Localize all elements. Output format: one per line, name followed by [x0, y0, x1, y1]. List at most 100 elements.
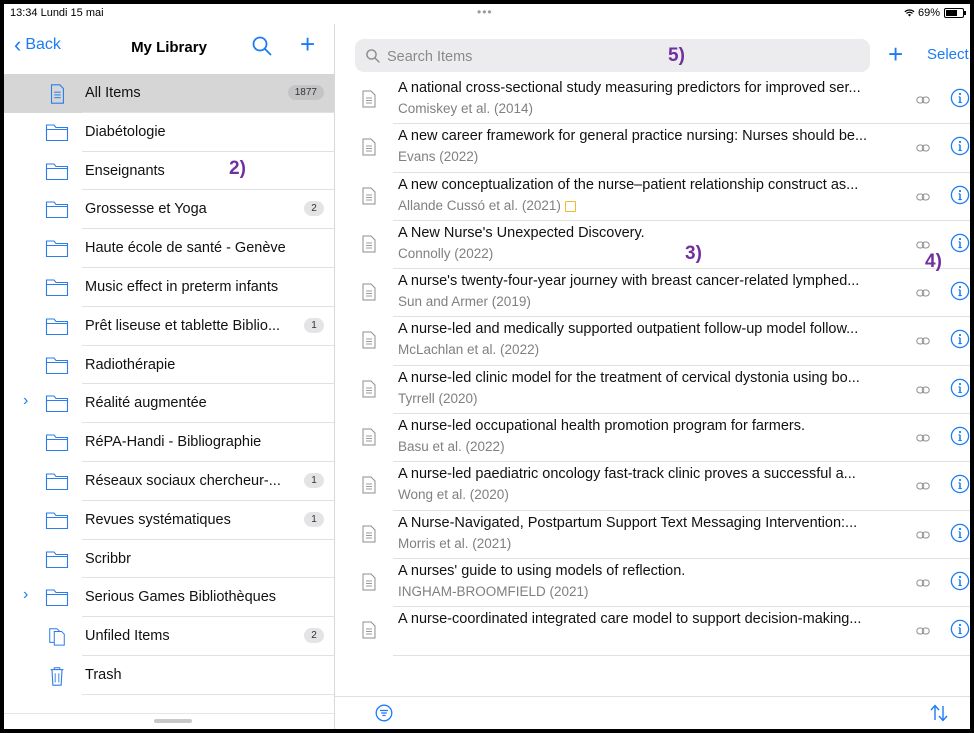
link-icon[interactable] [916, 192, 930, 202]
item-row[interactable]: A nurse-led clinic model for the treatme… [335, 366, 970, 415]
folder-icon [45, 355, 69, 375]
collection-item[interactable]: Trash [4, 656, 334, 695]
link-icon[interactable] [916, 143, 930, 153]
resize-handle[interactable] [154, 719, 192, 723]
item-row[interactable]: A nurse-led paediatric oncology fast-tra… [335, 462, 970, 511]
info-icon[interactable] [950, 185, 970, 205]
select-button[interactable]: Select [927, 46, 969, 63]
collection-label: Enseignants [85, 162, 165, 179]
folder-icon [45, 199, 69, 219]
link-icon[interactable] [916, 481, 930, 491]
collection-label: Scribbr [85, 550, 131, 567]
item-count-badge: 1 [304, 472, 324, 488]
collection-item[interactable]: Réseaux sociaux chercheur-... 1 [4, 462, 334, 501]
item-row[interactable]: A nurse-led occupational health promotio… [335, 414, 970, 463]
link-icon[interactable] [916, 530, 930, 540]
collection-label: Prêt liseuse et tablette Biblio... [85, 317, 281, 334]
sort-icon[interactable] [928, 703, 950, 723]
collection-item[interactable]: Grossesse et Yoga 2 [4, 190, 334, 230]
collection-item[interactable]: Unfiled Items 2 [4, 617, 334, 656]
add-collection-button[interactable]: + [300, 29, 315, 60]
info-icon[interactable] [950, 571, 970, 591]
item-creator: Connolly (2022) [398, 246, 493, 261]
info-icon[interactable] [950, 281, 970, 301]
document-icon [362, 573, 376, 591]
folder-icon [45, 587, 69, 607]
item-row[interactable]: A new conceptualization of the nurse–pat… [335, 173, 970, 221]
item-row[interactable]: A nurse-led and medically supported outp… [335, 317, 970, 366]
collection-item[interactable]: Prêt liseuse et tablette Biblio... 1 [4, 307, 334, 346]
item-creator: Basu et al. (2022) [398, 439, 505, 454]
document-icon [362, 380, 376, 398]
folder-icon [45, 432, 69, 452]
info-icon[interactable] [950, 474, 970, 494]
note-icon [564, 200, 576, 212]
item-row[interactable]: A nurses' guide to using models of refle… [335, 559, 970, 608]
collection-label: Haute école de santé - Genève [85, 240, 286, 257]
collection-item[interactable]: RéPA-Handi - Bibliographie [4, 423, 334, 462]
collection-label: Diabétologie [85, 123, 166, 140]
item-row[interactable]: A nurse-coordinated integrated care mode… [335, 607, 970, 656]
chevron-right-icon[interactable]: › [23, 586, 28, 604]
link-icon[interactable] [916, 626, 930, 636]
collection-item[interactable]: Enseignants [4, 152, 334, 191]
collection-item[interactable]: Scribbr [4, 540, 334, 579]
collection-label: Grossesse et Yoga [85, 201, 207, 218]
item-row[interactable]: A national cross-sectional study measuri… [335, 76, 970, 125]
item-creator-text: Basu et al. (2022) [398, 439, 505, 455]
add-item-button[interactable]: + [888, 41, 903, 67]
info-icon[interactable] [950, 329, 970, 349]
document-icon [362, 187, 376, 205]
status-bar: 13:34 Lundi 15 mai ••• 69% [4, 4, 970, 24]
chevron-right-icon[interactable]: › [23, 392, 28, 410]
collection-item[interactable]: › Réalité augmentée [4, 384, 334, 424]
link-icon[interactable] [916, 240, 930, 250]
link-icon[interactable] [916, 288, 930, 298]
item-row[interactable]: A nurse's twenty-four-year journey with … [335, 269, 970, 318]
collection-item[interactable]: Revues systématiques 1 [4, 501, 334, 540]
link-icon[interactable] [916, 336, 930, 346]
collection-label: Réalité augmentée [85, 395, 207, 412]
item-creator: Wong et al. (2020) [398, 487, 509, 502]
link-icon[interactable] [916, 385, 930, 395]
item-title: A nurse-led occupational health promotio… [398, 418, 806, 435]
info-icon[interactable] [950, 233, 970, 253]
info-icon[interactable] [950, 88, 970, 108]
info-icon[interactable] [950, 378, 970, 398]
search-bar[interactable] [355, 39, 870, 74]
collection-item[interactable]: Diabétologie [4, 113, 334, 152]
search-icon[interactable] [250, 34, 274, 58]
collection-item[interactable]: Radiothérapie [4, 346, 334, 385]
info-icon[interactable] [950, 426, 970, 446]
link-icon[interactable] [916, 95, 930, 105]
filter-icon[interactable] [375, 704, 393, 722]
item-title: A nurse-led paediatric oncology fast-tra… [398, 466, 856, 483]
multitasking-dots[interactable]: ••• [477, 5, 493, 19]
info-icon[interactable] [950, 136, 970, 156]
folder-icon [45, 316, 69, 336]
status-time: 13:34 Lundi 15 mai [10, 7, 104, 19]
trash-icon [45, 665, 69, 686]
link-icon[interactable] [916, 433, 930, 443]
item-creator: Comiskey et al. (2014) [398, 101, 533, 116]
collection-item[interactable]: › Serious Games Bibliothèques [4, 578, 334, 618]
collection-item[interactable]: All Items 1877 [4, 74, 334, 113]
item-creator-text: Tyrrell (2020) [398, 390, 478, 406]
link-icon[interactable] [916, 578, 930, 588]
item-creator: Evans (2022) [398, 149, 478, 164]
document-icon [362, 90, 376, 108]
annotation-2: 2) [229, 158, 246, 179]
collection-item[interactable]: Haute école de santé - Genève [4, 229, 334, 268]
search-input[interactable] [385, 39, 859, 74]
info-icon[interactable] [950, 619, 970, 639]
item-row[interactable]: A New Nurse's Unexpected Discovery. Conno… [335, 221, 970, 270]
collection-label: RéPA-Handi - Bibliographie [85, 434, 262, 451]
item-row[interactable]: A new career framework for general pract… [335, 124, 970, 173]
item-creator: Tyrrell (2020) [398, 391, 478, 406]
info-icon[interactable] [950, 523, 970, 543]
collection-item[interactable]: Music effect in preterm infants [4, 268, 334, 307]
item-count-badge: 1 [304, 317, 324, 333]
item-row[interactable]: A Nurse-Navigated, Postpartum Support Te… [335, 511, 970, 559]
sidebar-header: ‹ Back My Library + [4, 24, 334, 74]
item-title: A nurse's twenty-four-year journey with … [398, 273, 860, 290]
